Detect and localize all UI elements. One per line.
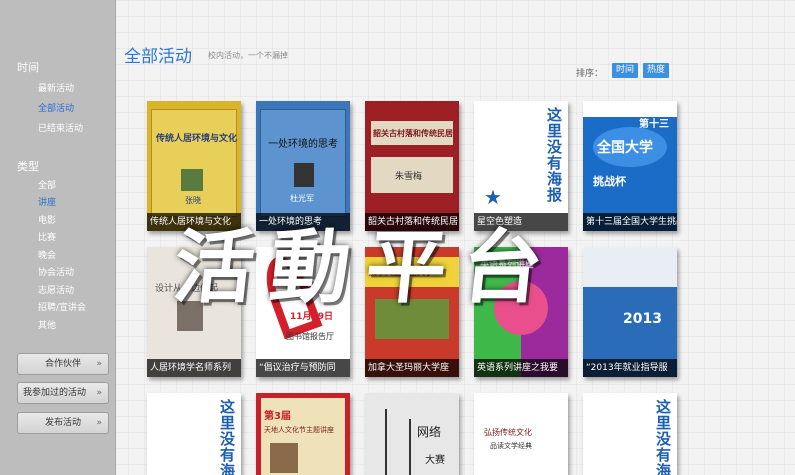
poster-photo (294, 163, 314, 187)
activity-poster: 一处环境的思考 杜光军 (256, 101, 350, 231)
activity-poster: 加拿大圣玛丽大学 (365, 247, 459, 377)
sidebar-item-party[interactable]: 晚会 (38, 248, 56, 261)
activity-poster: 设计从身边做起 (147, 247, 241, 377)
chevron-right-icon: » (96, 359, 102, 369)
sidebar-item-movie[interactable]: 电影 (38, 213, 56, 226)
activity-card[interactable]: 这里没有海 (583, 393, 677, 475)
card-caption: 加拿大圣玛丽大学座 (365, 359, 459, 377)
publish-label: 发布活动 (44, 418, 81, 428)
poster-title: 一处环境的思考 (268, 139, 338, 150)
my-activities-button[interactable]: 我参加过的活动 » (17, 382, 109, 404)
card-caption: 人居环境学名师系列 (147, 359, 241, 377)
activity-poster: 这里没有海 (583, 393, 677, 475)
activity-poster: 韶关古村落和传统民居 朱雪梅 (365, 101, 459, 231)
time-heading: 时间 (17, 61, 39, 74)
no-poster-text: 这里没有海报 (545, 107, 563, 203)
sidebar: 时间 最新活动 全部活动 已结束活动 类型 全部 讲座 电影 比赛 晚会 协会活… (0, 0, 116, 475)
poster-speaker: 朱雪梅 (395, 172, 423, 182)
activity-card[interactable]: 网络 大赛 (365, 393, 459, 475)
poster-subtitle: 品读文学经典 (490, 442, 532, 450)
activity-poster: 传统人居环境与文化 张晓 (147, 101, 241, 231)
card-caption: “倡议治疗与预防同 (256, 359, 350, 377)
activity-poster: 11月29日 图书馆报告厅 (256, 247, 350, 377)
activity-card[interactable]: 加拿大圣玛丽大学 加拿大圣玛丽大学座 (365, 247, 459, 377)
card-caption: 英语系列讲座之我要 (474, 359, 568, 377)
red-ribbon-icon (257, 250, 323, 340)
page-subtitle: 校内活动，一个不漏掉 (208, 51, 288, 60)
poster-speaker: 张晓 (185, 196, 201, 205)
sidebar-item-contest[interactable]: 比赛 (38, 230, 56, 243)
poster-number: 第3届 (264, 411, 291, 422)
poster-title: 英语系列讲座 (480, 260, 535, 270)
card-caption: 韶关古村落和传统民居 (365, 213, 459, 231)
sidebar-item-club[interactable]: 协会活动 (38, 265, 74, 278)
sidebar-item-all-activities[interactable]: 全部活动 (38, 101, 74, 114)
poster-title: 传统人居环境与文化 (156, 134, 238, 144)
card-caption: 第十三届全国大学生挑战杯 (583, 213, 677, 231)
poster-subtitle: 大赛 (425, 455, 445, 466)
poster-photo (181, 169, 203, 191)
page-title: 全部活动 (124, 47, 192, 67)
card-caption: 一处环境的思考 (256, 213, 350, 231)
sidebar-item-ended[interactable]: 已结束活动 (38, 121, 83, 134)
card-caption: 星空色塑造 (474, 213, 568, 231)
activity-card[interactable]: 弘扬传统文化 品读文学经典 (474, 393, 568, 475)
activity-poster: 这里没有海 (147, 393, 241, 475)
sidebar-item-latest[interactable]: 最新活动 (38, 81, 74, 94)
poster-title: 天地人文化节主题讲座 (264, 426, 334, 434)
sort-by-time-button[interactable]: 时间 (612, 63, 638, 78)
activity-poster: 英语系列讲座 (474, 247, 568, 377)
poster-photo (270, 443, 298, 473)
activity-card[interactable]: 2013 “2013年就业指导服 (583, 247, 677, 377)
activity-poster: 第3届 天地人文化节主题讲座 (256, 393, 350, 475)
poster-photo (375, 299, 449, 339)
poster-title: 2013 (623, 311, 662, 327)
poster-speaker: 杜光军 (290, 194, 314, 203)
poster-venue: 图书馆报告厅 (286, 332, 334, 341)
activity-card[interactable]: 这里没有海 (147, 393, 241, 475)
card-caption: “2013年就业指导服 (583, 359, 677, 377)
my-activities-label: 我参加过的活动 (23, 388, 87, 398)
activity-card[interactable]: 一处环境的思考 杜光军 一处环境的思考 (256, 101, 350, 231)
activity-card[interactable]: 11月29日 图书馆报告厅 “倡议治疗与预防同 (256, 247, 350, 377)
activity-card[interactable]: 第3届 天地人文化节主题讲座 (256, 393, 350, 475)
activity-card[interactable]: 这里没有海报 ★ 星空色塑造 (474, 101, 568, 231)
sort-by-hot-button[interactable]: 热度 (643, 63, 669, 78)
activity-poster: 2013 (583, 247, 677, 377)
sort-label: 排序： (576, 69, 604, 79)
activity-card[interactable]: 第十三 全国大学 挑战杯 第十三届全国大学生挑战杯 (583, 101, 677, 231)
poster-title: 加拿大圣玛丽大学 (369, 268, 433, 277)
poster-photo (177, 301, 203, 331)
poster-title: 全国大学 (597, 140, 653, 156)
activity-poster: 弘扬传统文化 品读文学经典 (474, 393, 568, 475)
poster-title: 韶关古村落和传统民居 (373, 129, 453, 138)
type-heading: 类型 (17, 160, 39, 173)
sidebar-item-other[interactable]: 其他 (38, 318, 56, 331)
chevron-right-icon: » (96, 418, 102, 428)
partners-button[interactable]: 合作伙伴 » (17, 353, 109, 375)
poster-title: 弘扬传统文化 (484, 428, 532, 437)
poster-date: 11月29日 (290, 312, 334, 322)
sidebar-item-all[interactable]: 全部 (38, 178, 56, 191)
publish-activity-button[interactable]: 发布活动 » (17, 412, 109, 434)
activity-poster: 第十三 全国大学 挑战杯 (583, 101, 677, 231)
partners-label: 合作伙伴 (44, 359, 81, 369)
chevron-right-icon: » (96, 388, 102, 398)
activity-card[interactable]: 设计从身边做起 人居环境学名师系列 (147, 247, 241, 377)
card-caption: 传统人居环境与文化 (147, 213, 241, 231)
no-poster-text: 这里没有海 (654, 399, 672, 475)
sidebar-item-volunteer[interactable]: 志愿活动 (38, 283, 74, 296)
sidebar-item-recruit[interactable]: 招聘/宣讲会 (38, 300, 86, 313)
sidebar-item-lecture[interactable]: 讲座 (38, 195, 56, 208)
poster-subtitle: 挑战杯 (593, 175, 626, 188)
no-poster-text: 这里没有海 (218, 399, 236, 475)
activity-poster: 网络 大赛 (365, 393, 459, 475)
poster-title: 网络 (417, 425, 442, 439)
star-icon: ★ (484, 185, 502, 209)
activity-poster: 这里没有海报 ★ (474, 101, 568, 231)
poster-title: 设计从身边做起 (155, 284, 219, 294)
activity-card[interactable]: 韶关古村落和传统民居 朱雪梅 韶关古村落和传统民居 (365, 101, 459, 231)
activity-card[interactable]: 传统人居环境与文化 张晓 传统人居环境与文化 (147, 101, 241, 231)
activity-card[interactable]: 英语系列讲座 英语系列讲座之我要 (474, 247, 568, 377)
